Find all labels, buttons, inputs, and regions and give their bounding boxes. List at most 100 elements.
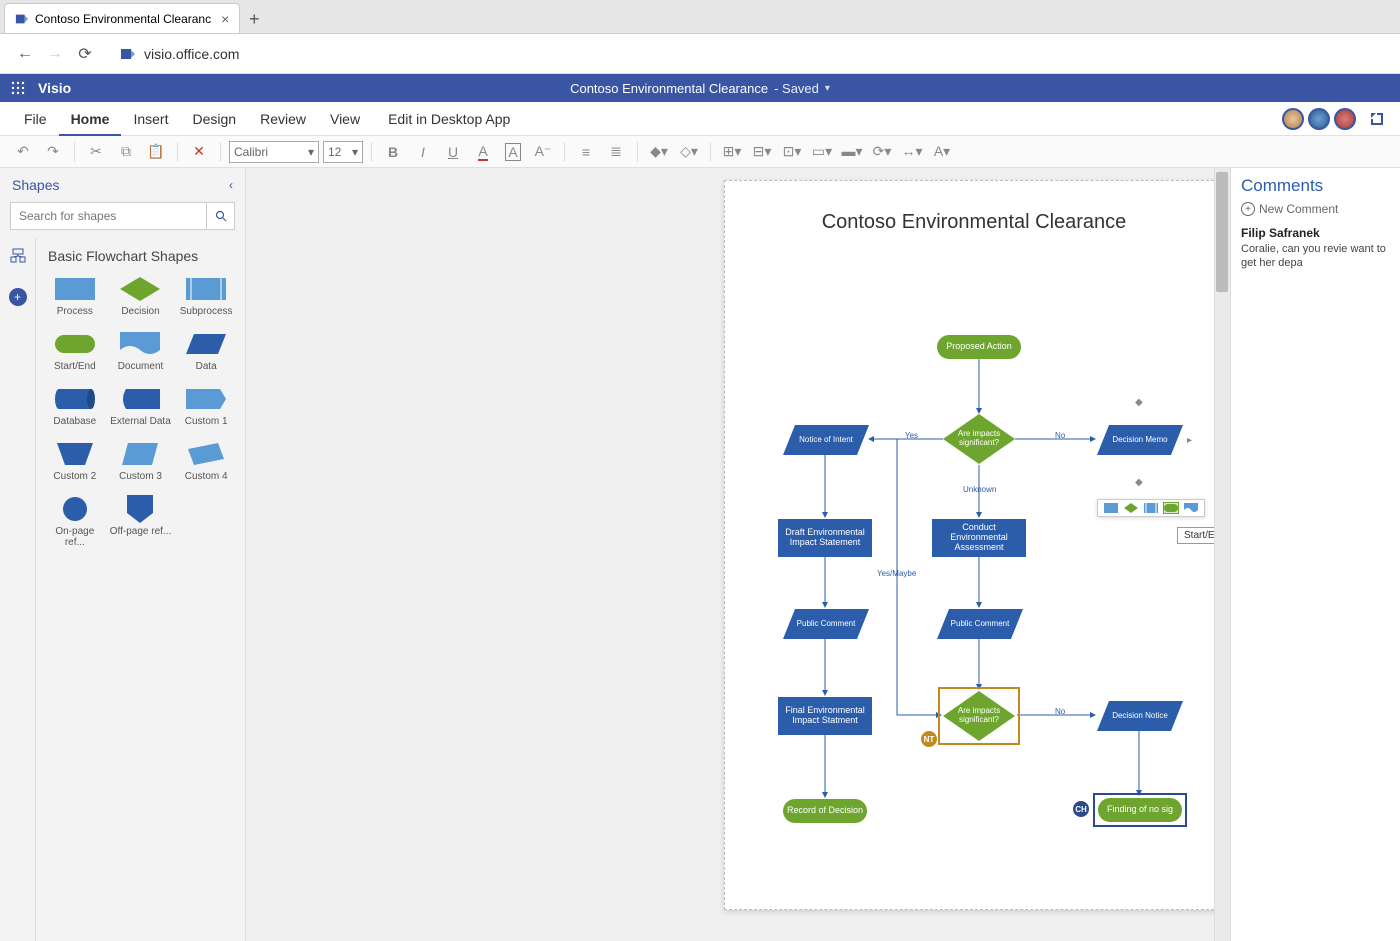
collapse-panel-button[interactable]: ‹ xyxy=(229,178,233,192)
shapes-list: Basic Flowchart Shapes Process Decision … xyxy=(36,238,245,941)
node-public-comment-left[interactable]: Public Comment xyxy=(783,609,869,639)
node-conduct-assessment[interactable]: Conduct Environmental Assessment xyxy=(932,519,1026,557)
align-more-button[interactable]: ≣ xyxy=(603,140,629,164)
line-color-button[interactable]: ◇▾ xyxy=(676,140,702,164)
scrollbar-thumb[interactable] xyxy=(1216,172,1228,292)
bold-button[interactable]: B xyxy=(380,140,406,164)
highlight-button[interactable]: A xyxy=(500,140,526,164)
node-proposed-action[interactable]: Proposed Action xyxy=(937,335,1021,359)
document-title[interactable]: Contoso Environmental Clearance - Saved … xyxy=(570,81,830,96)
shape-external-data[interactable]: External Data xyxy=(110,386,172,427)
send-back-button[interactable]: ▬▾ xyxy=(839,140,865,164)
canvas[interactable]: Contoso Environmental Clearance xyxy=(246,168,1230,941)
redo-button[interactable]: ↷ xyxy=(40,140,66,164)
rotate-button[interactable]: ⟳▾ xyxy=(869,140,895,164)
address-bar[interactable]: visio.office.com xyxy=(120,46,1390,62)
shape-custom-3[interactable]: Custom 3 xyxy=(110,441,172,482)
node-finding-no-sig[interactable]: Finding of no sig xyxy=(1098,798,1182,822)
back-button[interactable]: ← xyxy=(10,39,40,69)
copy-button[interactable]: ⧉ xyxy=(113,140,139,164)
italic-button[interactable]: I xyxy=(410,140,436,164)
node-final-statement[interactable]: Final Environmental Impact Statment xyxy=(778,697,872,735)
shape-custom-1[interactable]: Custom 1 xyxy=(175,386,237,427)
avatar[interactable] xyxy=(1308,108,1330,130)
group-button[interactable]: ⊡▾ xyxy=(779,140,805,164)
mini-start-end-icon[interactable] xyxy=(1164,503,1178,513)
node-decision-notice[interactable]: Decision Notice xyxy=(1097,701,1183,731)
shape-custom-4[interactable]: Custom 4 xyxy=(175,441,237,482)
autoconnect-right-icon[interactable]: ▸ xyxy=(1187,435,1192,446)
autoconnect-up-icon[interactable]: ◆ xyxy=(1135,397,1143,408)
presence-indicator-ch[interactable]: CH xyxy=(1073,801,1089,817)
mini-document-icon[interactable] xyxy=(1184,503,1198,513)
quick-shapes-toolbar[interactable] xyxy=(1097,499,1205,517)
delete-button[interactable]: ✕ xyxy=(186,140,212,164)
mini-subprocess-icon[interactable] xyxy=(1144,503,1158,513)
font-name-value: Calibri xyxy=(234,145,268,159)
share-button[interactable] xyxy=(1366,108,1388,130)
tab-file[interactable]: File xyxy=(12,102,59,136)
stencil-icon[interactable] xyxy=(10,248,26,264)
shape-grid: Process Decision Subprocess Start/End xyxy=(44,276,237,548)
cut-button[interactable]: ✂ xyxy=(83,140,109,164)
node-record-of-decision[interactable]: Record of Decision xyxy=(783,799,867,823)
shapes-search-button[interactable] xyxy=(207,202,235,230)
paste-button[interactable]: 📋 xyxy=(143,140,169,164)
font-color-button[interactable]: A xyxy=(470,140,496,164)
shape-document[interactable]: Document xyxy=(110,331,172,372)
refresh-button[interactable]: ⟳ xyxy=(70,39,100,69)
close-tab-icon[interactable]: × xyxy=(221,11,229,27)
node-public-comment-right[interactable]: Public Comment xyxy=(937,609,1023,639)
font-name-select[interactable]: Calibri▾ xyxy=(229,141,319,163)
node-notice-of-intent[interactable]: Notice of Intent xyxy=(783,425,869,455)
fill-color-button[interactable]: ◆▾ xyxy=(646,140,672,164)
undo-button[interactable]: ↶ xyxy=(10,140,36,164)
shape-data[interactable]: Data xyxy=(175,331,237,372)
tab-design[interactable]: Design xyxy=(180,102,248,136)
page[interactable]: Contoso Environmental Clearance xyxy=(724,180,1224,910)
mini-decision-icon[interactable] xyxy=(1124,503,1138,513)
autoconnect-down-icon[interactable]: ◆ xyxy=(1135,477,1143,488)
node-impacts-significant[interactable]: Are impacts significant? xyxy=(943,414,1015,464)
shape-start-end[interactable]: Start/End xyxy=(44,331,106,372)
shape-off-page-ref[interactable]: Off-page ref... xyxy=(110,496,172,548)
shape-custom-2[interactable]: Custom 2 xyxy=(44,441,106,482)
align-button[interactable]: ≡ xyxy=(573,140,599,164)
shape-subprocess[interactable]: Subprocess xyxy=(175,276,237,317)
tab-view[interactable]: View xyxy=(318,102,372,136)
underline-button[interactable]: U xyxy=(440,140,466,164)
bring-front-button[interactable]: ▭▾ xyxy=(809,140,835,164)
browser-tab[interactable]: Contoso Environmental Clearanc × xyxy=(4,3,240,33)
connector-button[interactable]: ↔▾ xyxy=(899,140,925,164)
edit-in-desktop-button[interactable]: Edit in Desktop App xyxy=(388,111,510,127)
new-tab-button[interactable]: + xyxy=(240,5,268,33)
shapes-search-input[interactable] xyxy=(10,202,207,230)
mini-process-icon[interactable] xyxy=(1104,503,1118,513)
node-decision-memo[interactable]: Decision Memo xyxy=(1097,425,1183,455)
font-size-select[interactable]: 12▾ xyxy=(323,141,363,163)
node-draft-statement[interactable]: Draft Environmental Impact Statement xyxy=(778,519,872,557)
avatar[interactable] xyxy=(1334,108,1356,130)
shape-database[interactable]: Database xyxy=(44,386,106,427)
shape-process[interactable]: Process xyxy=(44,276,106,317)
tab-review[interactable]: Review xyxy=(248,102,318,136)
vertical-scrollbar[interactable] xyxy=(1214,168,1230,941)
forward-button[interactable]: → xyxy=(40,39,70,69)
text-block-button[interactable]: A▾ xyxy=(929,140,955,164)
separator xyxy=(710,142,711,162)
arrange-button[interactable]: ⊞▾ xyxy=(719,140,745,164)
node-impacts-significant-2[interactable]: Are impacts significant? xyxy=(943,691,1015,741)
tab-home[interactable]: Home xyxy=(59,102,122,136)
presence-indicator-nt[interactable]: NT xyxy=(921,731,937,747)
avatar[interactable] xyxy=(1282,108,1304,130)
add-stencil-button[interactable]: + xyxy=(9,288,27,306)
new-comment-button[interactable]: + New Comment xyxy=(1241,202,1390,216)
app-launcher-button[interactable] xyxy=(0,81,36,95)
tab-insert[interactable]: Insert xyxy=(121,102,180,136)
app-name[interactable]: Visio xyxy=(38,80,71,96)
align-shapes-button[interactable]: ⊟▾ xyxy=(749,140,775,164)
comment-item[interactable]: Filip Safranek Coralie, can you revie wa… xyxy=(1241,226,1390,271)
shape-decision[interactable]: Decision xyxy=(110,276,172,317)
clear-format-button[interactable]: A⁻ xyxy=(530,140,556,164)
shape-on-page-ref[interactable]: On-page ref... xyxy=(44,496,106,548)
